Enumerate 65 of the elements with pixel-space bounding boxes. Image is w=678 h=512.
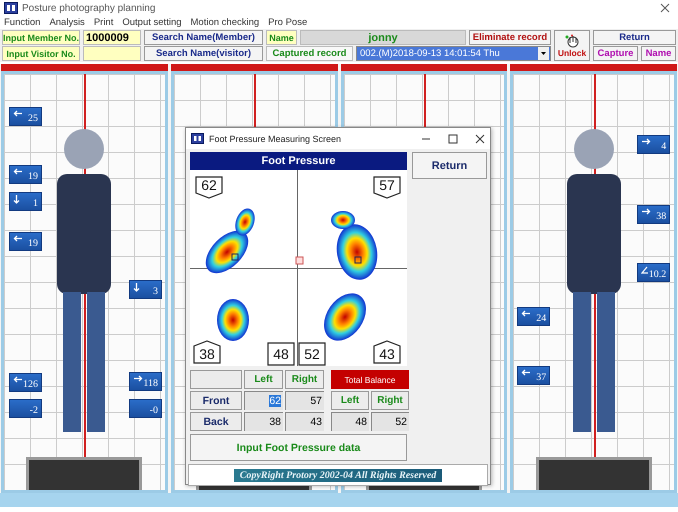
measurement-badge: 19 bbox=[9, 232, 42, 251]
dialog-title: Foot Pressure Measuring Screen bbox=[209, 134, 342, 144]
close-icon[interactable] bbox=[660, 3, 670, 13]
pressure-reading: 43 bbox=[373, 340, 401, 364]
visitor-number-field[interactable] bbox=[83, 46, 141, 61]
dialog-return-button[interactable]: Return bbox=[412, 152, 487, 179]
value-field[interactable]: 52 bbox=[371, 412, 409, 431]
close-icon[interactable] bbox=[475, 134, 485, 144]
value-field[interactable]: 62 bbox=[244, 391, 283, 410]
measurement-badge: 10.2 bbox=[637, 263, 670, 282]
menu-item[interactable]: Pro Pose bbox=[268, 17, 308, 28]
measurement-badge: -2 bbox=[9, 399, 42, 418]
hand-icon bbox=[564, 34, 580, 48]
measurement-badge: 19 bbox=[9, 165, 42, 184]
measurement-badge: 118 bbox=[129, 372, 162, 391]
menu-item[interactable]: Analysis bbox=[49, 17, 85, 28]
maximize-icon[interactable] bbox=[448, 134, 458, 144]
name-field: jonny bbox=[300, 30, 466, 45]
measurement-badge: 37 bbox=[517, 366, 550, 385]
row-button[interactable]: Back bbox=[190, 412, 242, 431]
search-visitor-button[interactable]: Search Name(visitor) bbox=[144, 46, 263, 61]
window-title: Posture photography planning bbox=[22, 2, 156, 14]
pressure-reading: 48 bbox=[267, 342, 295, 366]
row-button[interactable]: Front bbox=[190, 391, 242, 410]
measurement-badge: 1 bbox=[9, 192, 42, 211]
measurement-badge: -0 bbox=[129, 399, 162, 418]
name-button[interactable]: Name bbox=[641, 46, 676, 61]
measurement-badge: 4 bbox=[637, 135, 670, 154]
pressure-reading: 38 bbox=[193, 340, 221, 364]
pressure-reading: 57 bbox=[373, 176, 401, 200]
member-number-field[interactable]: 1000009 bbox=[83, 30, 141, 45]
column-header: Right bbox=[371, 391, 409, 410]
unlock-button[interactable]: Unlock bbox=[554, 30, 590, 61]
menu-item[interactable]: Motion checking bbox=[190, 17, 260, 28]
total-balance-label: Total Balance bbox=[331, 370, 409, 389]
pressure-reading: 52 bbox=[298, 342, 326, 366]
search-member-button[interactable]: Search Name(Member) bbox=[144, 30, 263, 45]
return-button[interactable]: Return bbox=[593, 30, 676, 45]
app-logo-icon bbox=[191, 133, 204, 144]
pressure-reading: 62 bbox=[195, 176, 223, 200]
column-header: Right bbox=[285, 370, 324, 389]
value-field[interactable]: 57 bbox=[285, 391, 324, 410]
visitor-number-label: Input Visitor No. bbox=[2, 46, 80, 61]
value-field[interactable]: 48 bbox=[331, 412, 369, 431]
measurement-badge: 25 bbox=[9, 107, 42, 126]
column-header: Left bbox=[331, 391, 369, 410]
menu-item[interactable]: Print bbox=[94, 17, 114, 28]
record-dropdown[interactable]: 002.(M)2018-09-13 14:01:54 Thu bbox=[356, 46, 551, 61]
measurement-badge: 38 bbox=[637, 205, 670, 224]
capture-button[interactable]: Capture bbox=[593, 46, 638, 61]
foot-pressure-header: Foot Pressure bbox=[190, 152, 407, 170]
value-field[interactable]: 43 bbox=[285, 412, 324, 431]
measurement-badge: 126 bbox=[9, 373, 42, 392]
menu-item[interactable]: Function bbox=[4, 17, 40, 28]
member-number-label: Input Member No. bbox=[2, 30, 80, 45]
value-field[interactable]: 38 bbox=[244, 412, 283, 431]
name-label: Name bbox=[266, 30, 297, 45]
measurement-badge: 24 bbox=[517, 307, 550, 326]
measurement-badge: 3 bbox=[129, 280, 162, 299]
column-header: Left bbox=[244, 370, 283, 389]
menu-item[interactable]: Output setting bbox=[122, 17, 182, 28]
input-data-button[interactable]: Input Foot Pressure data bbox=[190, 434, 407, 461]
captured-record-label: Captured record bbox=[266, 46, 353, 61]
eliminate-record-button[interactable]: Eliminate record bbox=[469, 30, 551, 45]
copyright-banner: CopyRight Protory 2002-04 All Rights Reserved bbox=[234, 468, 442, 482]
